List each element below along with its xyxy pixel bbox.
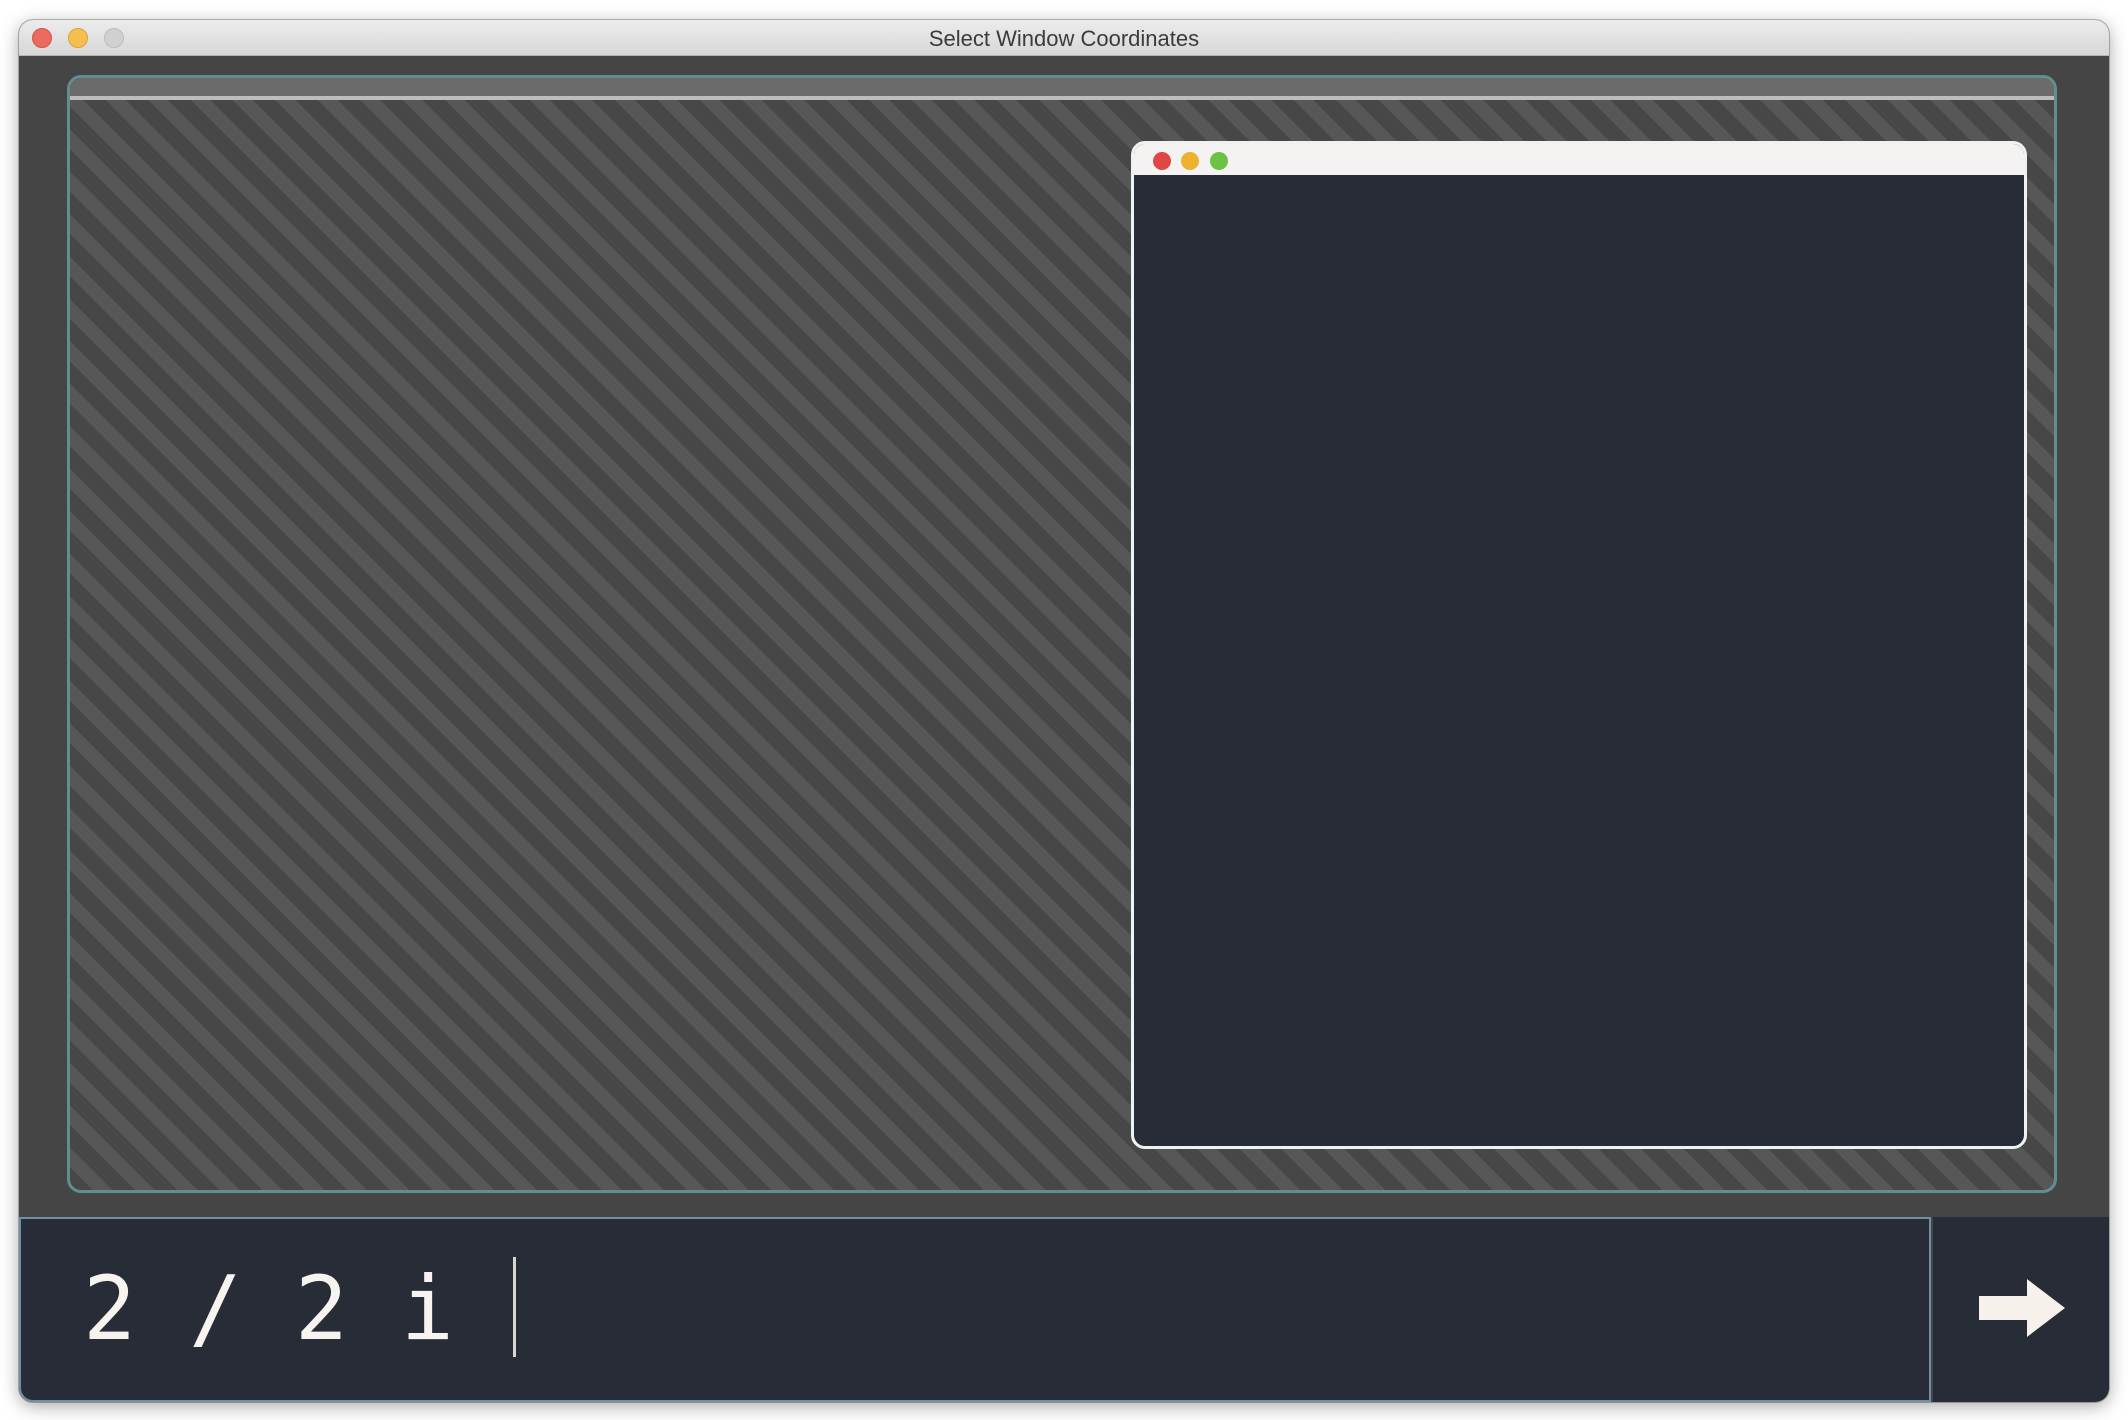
preview-zoom-dot — [1210, 152, 1228, 170]
preview-close-dot — [1153, 152, 1171, 170]
title-bar[interactable]: Select Window Coordinates — [19, 20, 2109, 56]
window-title: Select Window Coordinates — [928, 26, 1200, 51]
command-input-value[interactable]: 2 / 2 i — [83, 1259, 454, 1359]
app-window: Select Window Coordinates 2 / 2 i — [19, 20, 2109, 1402]
selected-window-preview[interactable] — [1131, 141, 2027, 1149]
command-input[interactable]: 2 / 2 i — [19, 1217, 1931, 1402]
screen-menu-bar — [70, 78, 2054, 100]
submit-button[interactable] — [1933, 1217, 2109, 1402]
text-cursor — [513, 1257, 516, 1357]
arrow-right-icon[interactable] — [1979, 1279, 2065, 1337]
preview-minimize-dot — [1181, 152, 1199, 170]
screen-canvas[interactable] — [67, 75, 2057, 1193]
preview-title-bar[interactable] — [1134, 144, 2024, 175]
